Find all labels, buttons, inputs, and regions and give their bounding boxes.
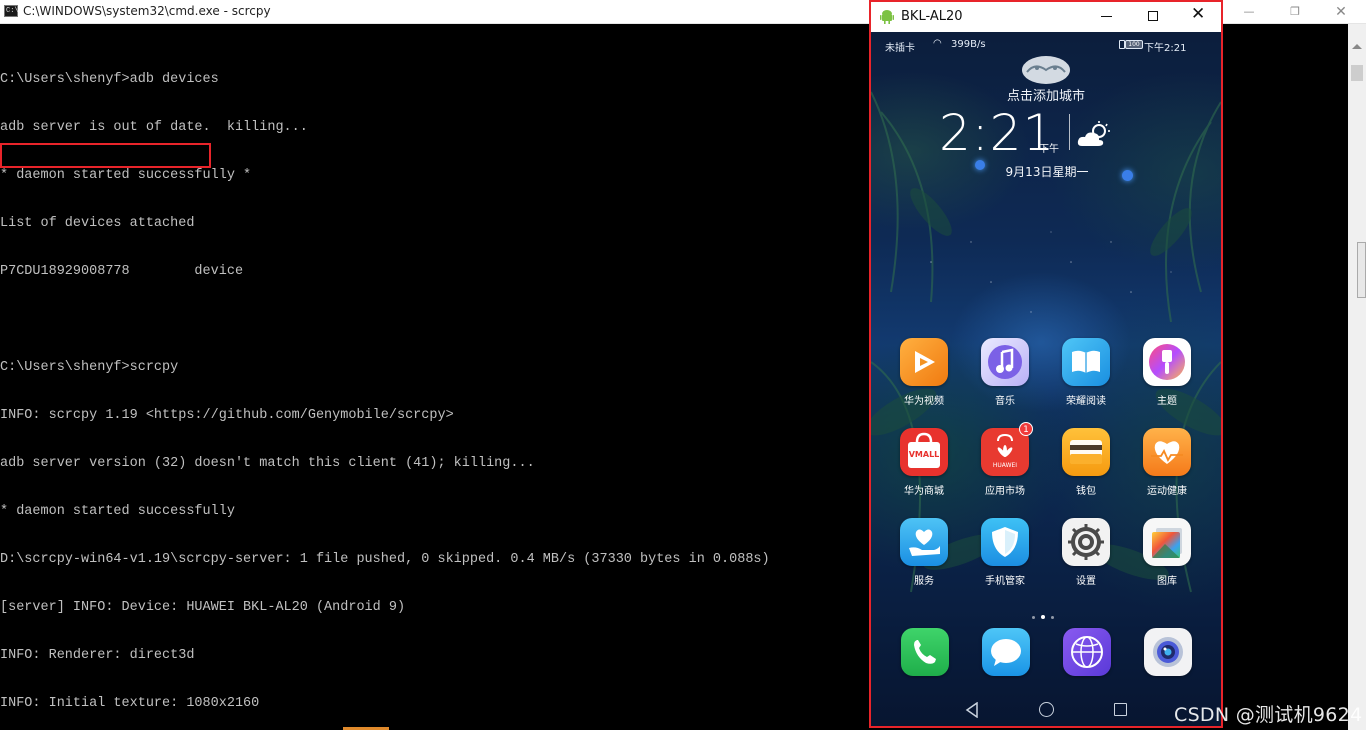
android-icon [880, 10, 894, 24]
sim-status: 未插卡 [885, 43, 915, 54]
scrollbar-thumb[interactable] [1351, 65, 1363, 81]
app-label: 华为视频 [904, 396, 944, 407]
app-label: 钱包 [1076, 486, 1096, 497]
vertical-scrollbar[interactable] [1348, 24, 1366, 730]
clock-divider [1069, 114, 1070, 150]
app-label: 华为商城 [904, 486, 944, 497]
status-bar-time: 下午2:21 [1144, 43, 1187, 54]
command-highlight-box [0, 143, 211, 168]
video-icon [900, 338, 948, 386]
weather-logo-icon [1022, 56, 1070, 84]
terminal-line: adb server version (32) doesn't match th… [0, 456, 535, 471]
terminal-line: P7CDU18929008778 device [0, 264, 244, 279]
close-button[interactable]: ✕ [1191, 4, 1205, 24]
terminal-line: C:\Users\shenyf>adb devices [0, 72, 219, 87]
app-label: 主题 [1157, 396, 1177, 407]
music-icon [981, 338, 1029, 386]
app-label: 荣耀阅读 [1066, 396, 1106, 407]
wifi-icon: ◠ [933, 38, 942, 49]
app-label: 图库 [1157, 576, 1177, 587]
browser-icon[interactable] [1063, 628, 1111, 676]
terminal-line: * daemon started successfully [0, 504, 235, 519]
page-dot [1032, 616, 1035, 619]
theme-brush-icon [1143, 338, 1191, 386]
hand-heart-icon [900, 518, 948, 566]
terminal-line: List of devices attached [0, 216, 195, 231]
clock-ampm: 下午 [1039, 144, 1059, 155]
scrcpy-window[interactable]: BKL-AL20 ✕ 未插卡 ◠ 399B/s 100 下午2:21 点击添加城… [869, 0, 1223, 728]
clock-date: 9月13日星期一 [1005, 165, 1089, 179]
app-huawei-video[interactable]: 华为视频 [888, 338, 960, 407]
terminal-line: INFO: Initial texture: 1080x2160 [0, 696, 260, 711]
app-health[interactable]: 运动健康 [1131, 428, 1203, 497]
recent-apps-nav-icon[interactable] [1114, 703, 1127, 716]
app-gallery[interactable]: 图库 [1131, 518, 1203, 587]
page-indicator[interactable] [1029, 606, 1063, 619]
page-dot [1051, 616, 1054, 619]
scrcpy-window-title: BKL-AL20 [901, 9, 963, 24]
minimize-button[interactable] [1101, 16, 1112, 17]
camera-icon[interactable] [1144, 628, 1192, 676]
cmd-icon: C:\ [4, 5, 19, 17]
app-services[interactable]: 服务 [888, 518, 960, 587]
app-themes[interactable]: 主题 [1131, 338, 1203, 407]
minimize-button[interactable]: — [1226, 0, 1272, 24]
app-label: 设置 [1076, 576, 1096, 587]
app-vmall[interactable]: VMALL 华为商城 [888, 428, 960, 497]
terminal-line: * daemon started successfully * [0, 168, 252, 183]
phone-icon[interactable] [901, 628, 949, 676]
battery-icon: 100 [1125, 40, 1143, 49]
terminal-line: [server] INFO: Device: HUAWEI BKL-AL20 (… [0, 600, 406, 615]
shield-icon [981, 518, 1029, 566]
restore-button[interactable]: ❐ [1272, 0, 1318, 24]
huawei-text: HUAWEI [992, 462, 1018, 469]
add-city-hint[interactable]: 点击添加城市 [871, 85, 1221, 104]
huawei-bag-icon: HUAWEI 1 [981, 422, 1033, 476]
phone-screen[interactable]: 未插卡 ◠ 399B/s 100 下午2:21 点击添加城市 2:21 下午 9… [871, 32, 1221, 726]
heart-pulse-icon [1143, 428, 1191, 476]
gear-icon [1062, 518, 1110, 566]
scrcpy-title-bar[interactable]: BKL-AL20 ✕ [871, 2, 1221, 32]
wallet-icon [1062, 428, 1110, 476]
maximize-button[interactable] [1148, 11, 1158, 21]
scroll-up-arrow-icon[interactable] [1352, 44, 1362, 49]
firefly-decoration [1122, 170, 1133, 181]
firefly-decoration [975, 160, 985, 170]
app-label: 手机管家 [985, 576, 1025, 587]
close-button[interactable]: ✕ [1318, 0, 1364, 24]
app-honor-reading[interactable]: 荣耀阅读 [1050, 338, 1122, 407]
csdn-watermark: CSDN @测试机9624 [1174, 704, 1363, 726]
app-music[interactable]: 音乐 [969, 338, 1041, 407]
partly-cloudy-icon[interactable] [1076, 120, 1112, 150]
app-wallet[interactable]: 钱包 [1050, 428, 1122, 497]
terminal-output[interactable]: C:\Users\shenyf>adb devices adb server i… [0, 40, 868, 720]
side-resize-handle[interactable] [1357, 242, 1366, 298]
app-phone-manager[interactable]: 手机管家 [969, 518, 1041, 587]
app-settings[interactable]: 设置 [1050, 518, 1122, 587]
gallery-icon [1143, 518, 1191, 566]
terminal-line: adb server is out of date. killing... [0, 120, 308, 135]
network-speed: 399B/s [951, 39, 986, 50]
app-label: 运动健康 [1147, 486, 1187, 497]
message-icon[interactable] [982, 628, 1030, 676]
back-nav-icon[interactable] [965, 702, 979, 718]
vmall-text: VMALL [908, 450, 940, 459]
terminal-line: INFO: Renderer: direct3d [0, 648, 195, 663]
app-label: 应用市场 [985, 486, 1025, 497]
book-icon [1062, 338, 1110, 386]
terminal-line: D:\scrcpy-win64-v1.19\scrcpy-server: 1 f… [0, 552, 770, 567]
page-dot-active [1041, 615, 1045, 619]
cmd-window-title: C:\WINDOWS\system32\cmd.exe - scrcpy [23, 4, 271, 18]
app-appgallery[interactable]: HUAWEI 1 应用市场 [969, 422, 1041, 497]
vmall-bag-icon: VMALL [900, 428, 948, 476]
app-label: 服务 [914, 576, 934, 587]
app-label: 音乐 [995, 396, 1015, 407]
terminal-line: C:\Users\shenyf>scrcpy [0, 360, 179, 375]
clock-time[interactable]: 2:21 [939, 104, 1055, 162]
home-nav-icon[interactable] [1039, 702, 1054, 717]
terminal-line: INFO: scrcpy 1.19 <https://github.com/Ge… [0, 408, 454, 423]
notification-badge: 1 [1019, 422, 1033, 436]
